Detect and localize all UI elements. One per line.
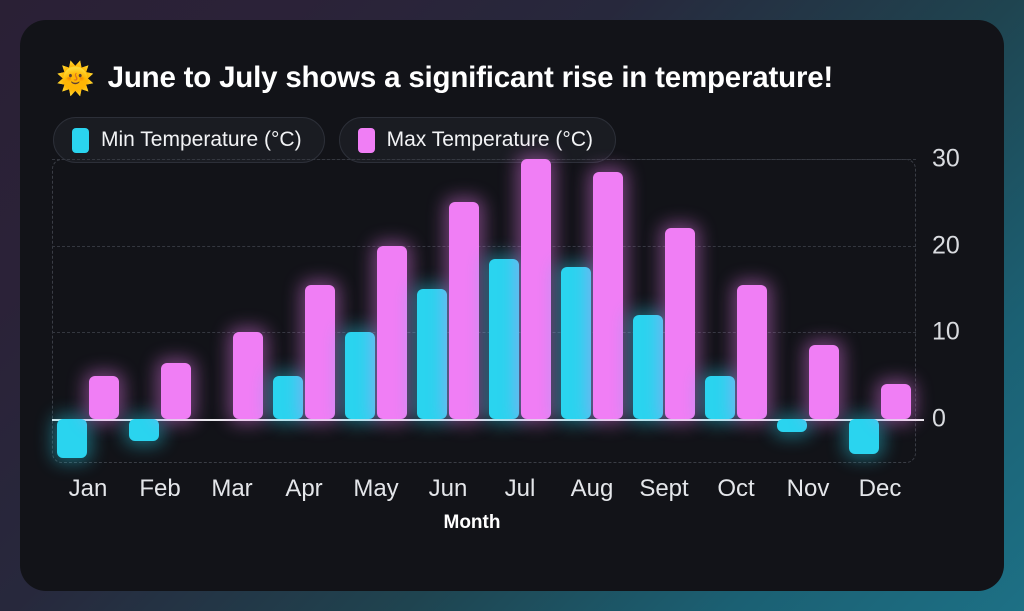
min-temperature-bar[interactable]: [273, 375, 303, 419]
bar-group: [268, 159, 340, 463]
bar-group: [844, 159, 916, 463]
bar-group: [196, 159, 268, 463]
min-temperature-bar[interactable]: [849, 419, 879, 454]
min-temperature-bar[interactable]: [129, 419, 159, 441]
min-temperature-bar[interactable]: [777, 419, 807, 432]
bar-series: [52, 159, 916, 463]
max-temperature-bar[interactable]: [521, 159, 551, 419]
min-temperature-bar[interactable]: [57, 419, 87, 458]
max-temperature-bar[interactable]: [305, 284, 335, 419]
min-temperature-bar[interactable]: [345, 332, 375, 419]
x-axis-tick-label: Mar: [211, 475, 253, 502]
x-axis-tick-label: Jul: [504, 475, 536, 502]
x-axis-title: Month: [443, 512, 501, 533]
bar-group: [628, 159, 700, 463]
max-temperature-bar[interactable]: [89, 375, 119, 419]
x-axis-tick-label: Oct: [717, 475, 755, 502]
bar-group: [700, 159, 772, 463]
x-axis-tick-label: Nov: [786, 475, 830, 502]
y-axis-tick-label: 20: [932, 231, 960, 260]
x-axis-tick-label: Dec: [858, 475, 902, 502]
max-temperature-bar[interactable]: [449, 202, 479, 419]
max-temperature-bar[interactable]: [377, 245, 407, 419]
max-temperature-bar[interactable]: [665, 228, 695, 419]
max-temperature-bar[interactable]: [593, 172, 623, 419]
y-axis-tick-label: 10: [932, 317, 960, 346]
chart-card: 🌞 June to July shows a significant rise …: [20, 20, 1004, 591]
bar-group: [412, 159, 484, 463]
x-axis-tick-label: May: [353, 475, 399, 502]
bar-group: [484, 159, 556, 463]
min-temperature-bar[interactable]: [561, 267, 591, 419]
bar-group: [52, 159, 124, 463]
max-temperature-bar[interactable]: [233, 332, 263, 419]
max-temperature-bar[interactable]: [809, 345, 839, 419]
max-temperature-bar[interactable]: [161, 362, 191, 419]
x-axis-ticks: Jan Feb Mar Apr May Jun Jul Aug Sept Oct Nov Dec: [52, 475, 916, 507]
min-temperature-bar[interactable]: [417, 289, 447, 419]
bar-group: [556, 159, 628, 463]
min-temperature-bar[interactable]: [633, 315, 663, 419]
x-axis-tick-label: Feb: [139, 475, 181, 502]
plot-area: 0 10 20 30 Jan Feb Mar Apr May Jun Jul Aug Sept Oct N…: [20, 20, 1004, 591]
x-axis-tick-label: Jan: [68, 475, 108, 502]
x-axis-tick-label: Apr: [285, 475, 323, 502]
max-temperature-bar[interactable]: [881, 384, 911, 419]
x-axis-tick-label: Aug: [570, 475, 614, 502]
min-temperature-bar[interactable]: [705, 375, 735, 419]
min-temperature-bar[interactable]: [489, 258, 519, 419]
max-temperature-bar[interactable]: [737, 284, 767, 419]
bar-group: [340, 159, 412, 463]
x-axis-tick-label: Sept: [639, 475, 689, 502]
bar-group: [124, 159, 196, 463]
x-axis-tick-label: Jun: [428, 475, 468, 502]
y-axis-tick-label: 30: [932, 144, 960, 173]
bar-group: [772, 159, 844, 463]
y-axis-tick-label: 0: [932, 404, 946, 433]
